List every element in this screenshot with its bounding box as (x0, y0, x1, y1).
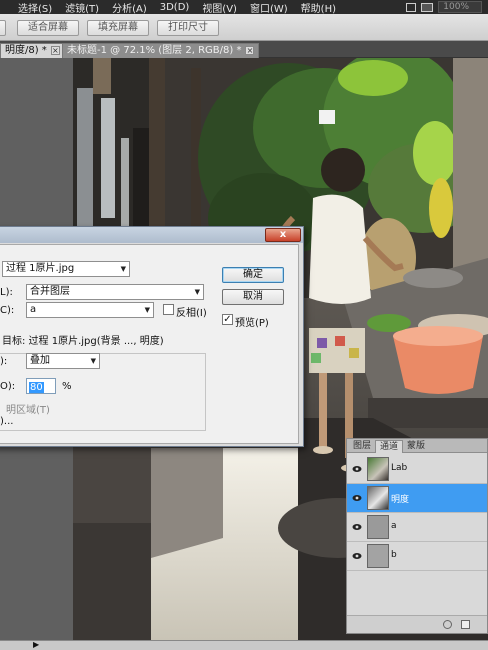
menu-filter[interactable]: 滤镜(T) (61, 0, 103, 15)
status-arrow-icon[interactable]: ▶ (33, 641, 39, 649)
channel-name: Lab (391, 463, 408, 473)
zoom-field[interactable]: 100% (438, 1, 482, 13)
load-selection-icon[interactable] (443, 620, 452, 629)
channel-thumbnail (367, 544, 389, 568)
menu-help[interactable]: 帮助(H) (297, 0, 340, 15)
channel-row-lab[interactable]: Lab (347, 455, 487, 484)
blend-label: ): (0, 356, 8, 367)
dialog-body: 过程 1原片.jpg ▼ L): 合并图层 ▼ C): a ▼ 反相(I) 目标: 过… (0, 244, 299, 444)
preview-checkbox[interactable]: ✓ (222, 314, 233, 325)
channel-select[interactable]: a ▼ (26, 302, 154, 318)
ok-button[interactable]: 确定 (222, 267, 284, 283)
opacity-input[interactable]: 80 (26, 378, 56, 394)
options-bar: 适合屏幕 填充屏幕 打印尺寸 (0, 14, 488, 41)
tab-label: 明度/8) * (5, 45, 47, 56)
arrange-icon[interactable] (421, 2, 434, 12)
new-channel-icon[interactable] (461, 620, 470, 629)
target-text: 目标: 过程 1原片.jpg(背景 ..., 明度) (2, 336, 164, 347)
panel-tabs: 图层 通道 蒙版 (347, 439, 487, 453)
channel-name: 明度 (391, 495, 410, 505)
tab-layers[interactable]: 图层 (349, 440, 375, 453)
menu-window[interactable]: 窗口(W) (246, 0, 292, 15)
tab-untitled-doc[interactable]: 未标题-1 @ 72.1% (图层 2, RGB/8) * × (62, 43, 260, 58)
eye-icon[interactable] (352, 464, 362, 474)
channel-thumbnail (367, 486, 389, 510)
fill-screen-button[interactable]: 填充屏幕 (87, 20, 149, 36)
print-size-button[interactable]: 打印尺寸 (157, 20, 219, 36)
document-tabs: 明度/8) * × 未标题-1 @ 72.1% (图层 2, RGB/8) * × (0, 41, 488, 58)
layer-value: 合并图层 (30, 286, 70, 297)
chevron-down-icon: ▼ (120, 265, 126, 273)
fit-screen-button[interactable]: 适合屏幕 (17, 20, 79, 36)
preview-label: 预览(P) (235, 318, 269, 329)
menu-view[interactable]: 视图(V) (198, 0, 241, 15)
close-icon[interactable]: × (245, 46, 255, 55)
blend-value: 叠加 (30, 355, 50, 366)
menu-analysis[interactable]: 分析(A) (108, 0, 151, 15)
channel-thumbnail (367, 457, 389, 481)
chevron-down-icon: ▼ (144, 306, 150, 314)
channel-value: a (30, 304, 37, 315)
chevron-down-icon: ▼ (194, 288, 200, 296)
channel-name: b (391, 550, 397, 560)
source-value: 过程 1原片.jpg (6, 263, 75, 274)
opacity-value: 80 (29, 382, 44, 393)
chevron-down-icon: ▼ (90, 357, 96, 365)
tab-lightness-doc[interactable]: 明度/8) * × (0, 43, 65, 58)
grid-icon[interactable] (406, 2, 417, 12)
dialog-close-button[interactable]: x (265, 228, 301, 242)
status-bar: ▶ (0, 640, 488, 650)
cancel-button[interactable]: 取消 (222, 289, 284, 305)
menu-bar: 选择(S) 滤镜(T) 分析(A) 3D(D) 视图(V) 窗口(W) 帮助(H… (0, 0, 488, 14)
tab-channels[interactable]: 通道 (375, 440, 404, 453)
menubar-tools: 100% (406, 0, 488, 14)
preserve-transparency-label[interactable]: 明区域(T) (6, 401, 50, 416)
channel-label: C): (0, 305, 15, 316)
channels-panel: 图层 通道 蒙版 Lab 明度 a b (346, 438, 488, 634)
invert-checkbox[interactable] (163, 304, 174, 315)
mask-label[interactable]: )... (0, 416, 13, 427)
layer-label: L): (0, 287, 13, 298)
eye-icon[interactable] (352, 493, 362, 503)
opacity-label: O): (0, 381, 16, 392)
partial-option-button[interactable] (0, 20, 6, 36)
close-icon[interactable]: × (50, 46, 60, 55)
channel-row-a[interactable]: a (347, 513, 487, 542)
tab-masks[interactable]: 蒙版 (403, 440, 429, 453)
channel-row-lightness[interactable]: 明度 (347, 484, 487, 513)
invert-label: 反相(I) (176, 308, 207, 319)
channel-name: a (391, 521, 397, 531)
source-select[interactable]: 过程 1原片.jpg ▼ (2, 261, 130, 277)
eye-icon[interactable] (352, 551, 362, 561)
apply-image-dialog: x 过程 1原片.jpg ▼ L): 合并图层 ▼ C): a ▼ 反相(I) 目标:… (0, 226, 304, 447)
opacity-unit: % (62, 381, 72, 392)
menu-3d[interactable]: 3D(D) (156, 2, 194, 13)
dialog-titlebar[interactable]: x (0, 227, 303, 243)
channel-thumbnail (367, 515, 389, 539)
panel-bottom-bar (347, 615, 487, 633)
channel-row-b[interactable]: b (347, 542, 487, 571)
menu-select[interactable]: 选择(S) (14, 0, 56, 15)
eye-icon[interactable] (352, 522, 362, 532)
tab-label: 未标题-1 @ 72.1% (图层 2, RGB/8) * (67, 45, 242, 56)
blend-mode-select[interactable]: 叠加 ▼ (26, 353, 100, 369)
layer-select[interactable]: 合并图层 ▼ (26, 284, 204, 300)
